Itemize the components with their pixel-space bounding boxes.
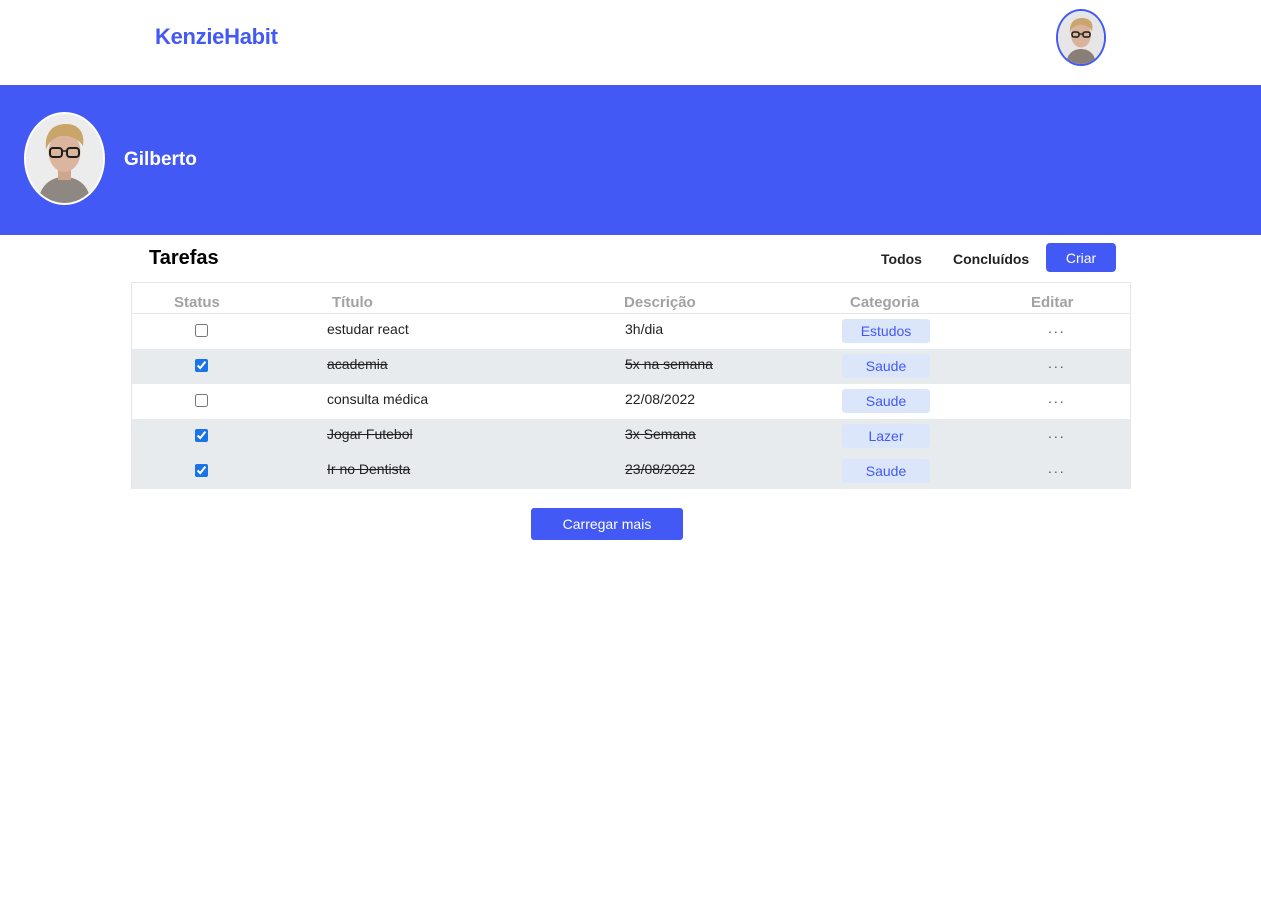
status-checkbox[interactable]: [195, 394, 208, 407]
task-description: 5x na semana: [625, 356, 713, 372]
brand-logo[interactable]: KenzieHabit: [155, 24, 278, 50]
avatar-photo-icon: [1058, 11, 1104, 64]
table-row: Ir no Dentista 23/08/2022 Saude ...: [132, 454, 1130, 489]
profile-username: Gilberto: [124, 149, 197, 170]
status-checkbox[interactable]: [195, 429, 208, 442]
column-header-description: Descrição: [624, 294, 696, 311]
task-title: academia: [327, 356, 388, 372]
category-badge: Saude: [842, 459, 930, 483]
table-row: Jogar Futebol 3x Semana Lazer ...: [132, 419, 1130, 454]
user-avatar-icon[interactable]: [1056, 9, 1106, 66]
top-header: KenzieHabit: [0, 0, 1261, 85]
task-description: 3h/dia: [625, 321, 664, 337]
profile-avatar-icon: [24, 112, 105, 205]
category-badge: Saude: [842, 354, 930, 378]
edit-menu-icon[interactable]: ...: [1048, 390, 1066, 406]
create-task-button[interactable]: Criar: [1046, 243, 1116, 272]
edit-menu-icon[interactable]: ...: [1048, 355, 1066, 371]
tasks-toolbar: Tarefas Todos Concluídos Criar: [0, 235, 1261, 282]
column-header-title: Título: [332, 294, 373, 311]
table-row: estudar react 3h/dia Estudos ...: [132, 314, 1130, 349]
filter-all-button[interactable]: Todos: [881, 251, 922, 267]
edit-menu-icon[interactable]: ...: [1048, 320, 1066, 336]
load-more-button[interactable]: Carregar mais: [531, 508, 683, 540]
tasks-title: Tarefas: [149, 247, 219, 269]
task-title: Ir no Dentista: [327, 461, 411, 477]
status-checkbox[interactable]: [195, 324, 208, 337]
profile-photo-icon: [26, 114, 103, 203]
category-badge: Saude: [842, 389, 930, 413]
status-checkbox[interactable]: [195, 359, 208, 372]
task-description: 3x Semana: [625, 426, 696, 442]
task-title: estudar react: [327, 321, 409, 337]
profile-banner: Gilberto: [0, 85, 1261, 235]
column-header-category: Categoria: [850, 294, 920, 311]
status-checkbox[interactable]: [195, 464, 208, 477]
column-header-edit: Editar: [1031, 294, 1074, 311]
tasks-table: Status Título Descrição Categoria Editar…: [131, 282, 1131, 489]
table-row: consulta médica 22/08/2022 Saude ...: [132, 384, 1130, 419]
task-title: consulta médica: [327, 391, 429, 407]
task-description: 22/08/2022: [625, 391, 696, 407]
column-header-status: Status: [174, 294, 220, 311]
category-badge: Lazer: [842, 424, 930, 448]
table-row: academia 5x na semana Saude ...: [132, 349, 1130, 384]
edit-menu-icon[interactable]: ...: [1048, 425, 1066, 441]
edit-menu-icon[interactable]: ...: [1048, 460, 1066, 476]
task-description: 23/08/2022: [625, 461, 696, 477]
filter-completed-button[interactable]: Concluídos: [953, 251, 1029, 267]
category-badge: Estudos: [842, 319, 930, 343]
task-title: Jogar Futebol: [327, 426, 413, 442]
table-header: Status Título Descrição Categoria Editar: [132, 283, 1130, 314]
